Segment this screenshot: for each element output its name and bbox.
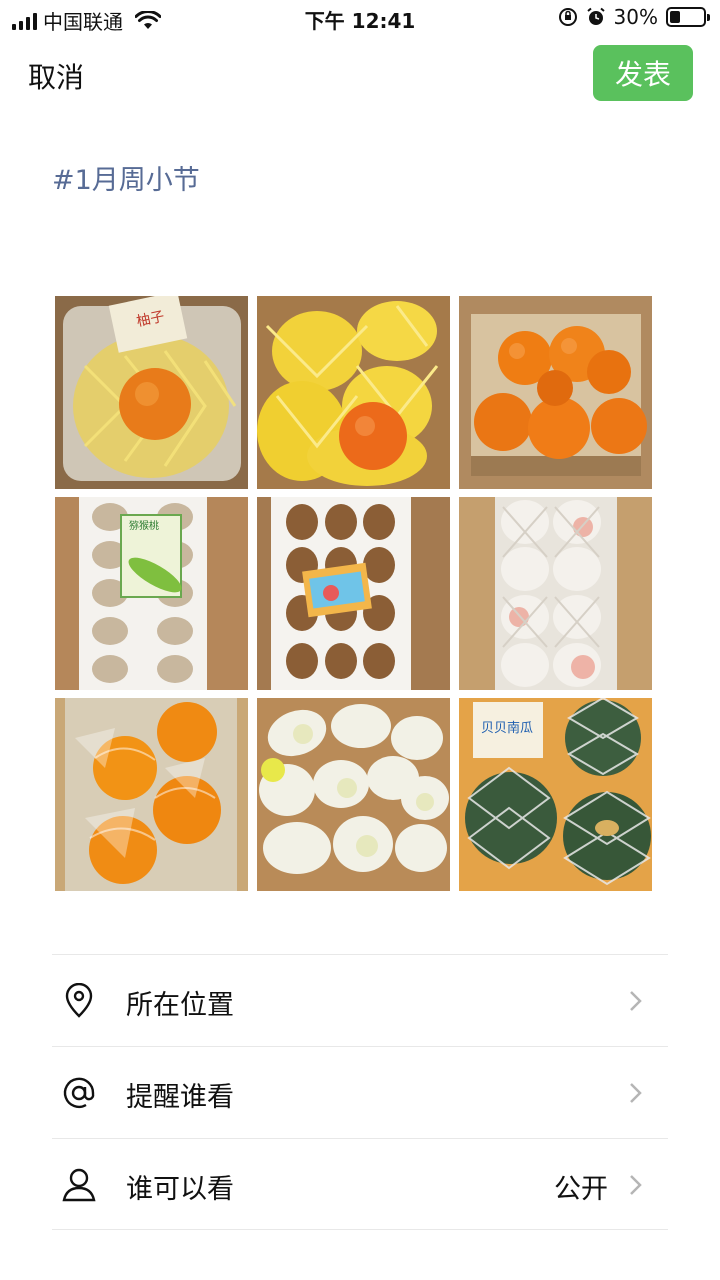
photo-kiwi-label: 猕猴桃	[129, 519, 159, 532]
settings-list: 所在位置 提醒谁看 谁可以看 公开	[52, 954, 668, 1230]
battery-percent: 30%	[613, 5, 658, 29]
photo-yellow-nets[interactable]	[257, 296, 450, 489]
chevron-right-icon	[630, 991, 642, 1011]
settings-row-location[interactable]: 所在位置	[52, 954, 668, 1046]
settings-value-visibility: 公开	[554, 1174, 608, 1205]
settings-label-visibility: 谁可以看	[126, 1174, 234, 1205]
status-right: 30%	[558, 5, 710, 29]
person-icon	[62, 1168, 96, 1202]
photo-pumpkins[interactable]: 贝贝南瓜	[459, 698, 652, 891]
status-bar: 中国联通 下午 12:41 30%	[0, 0, 720, 36]
chevron-right-icon	[630, 1175, 642, 1195]
location-icon	[65, 983, 93, 1018]
photo-pomelo-bag[interactable]: 柚子	[55, 296, 248, 489]
rotation-lock-icon	[558, 8, 577, 26]
publish-button[interactable]: 发表	[593, 45, 693, 101]
battery-icon	[666, 7, 710, 27]
photo-white-nets[interactable]	[459, 497, 652, 690]
alarm-icon	[586, 7, 605, 25]
cancel-button[interactable]: 取消	[28, 56, 84, 96]
photo-pears[interactable]	[257, 698, 450, 891]
post-text[interactable]: #1月周小节	[52, 158, 200, 197]
photo-kiwi-card[interactable]: 猕猴桃	[55, 497, 248, 690]
chevron-right-icon	[630, 1083, 642, 1103]
photo-pumpkin-label: 贝贝南瓜	[481, 720, 533, 736]
at-icon	[63, 1077, 95, 1109]
settings-label-remind: 提醒谁看	[126, 1082, 234, 1113]
photo-grid: 柚子 猕猴桃 贝贝南瓜	[55, 296, 652, 891]
photo-kiwis[interactable]	[257, 497, 450, 690]
photo-oranges-box[interactable]	[459, 296, 652, 489]
settings-row-remind[interactable]: 提醒谁看	[52, 1046, 668, 1138]
settings-label-location: 所在位置	[126, 990, 234, 1021]
settings-row-visibility[interactable]: 谁可以看 公开	[52, 1138, 668, 1230]
photo-oranges-wrapped[interactable]	[55, 698, 248, 891]
